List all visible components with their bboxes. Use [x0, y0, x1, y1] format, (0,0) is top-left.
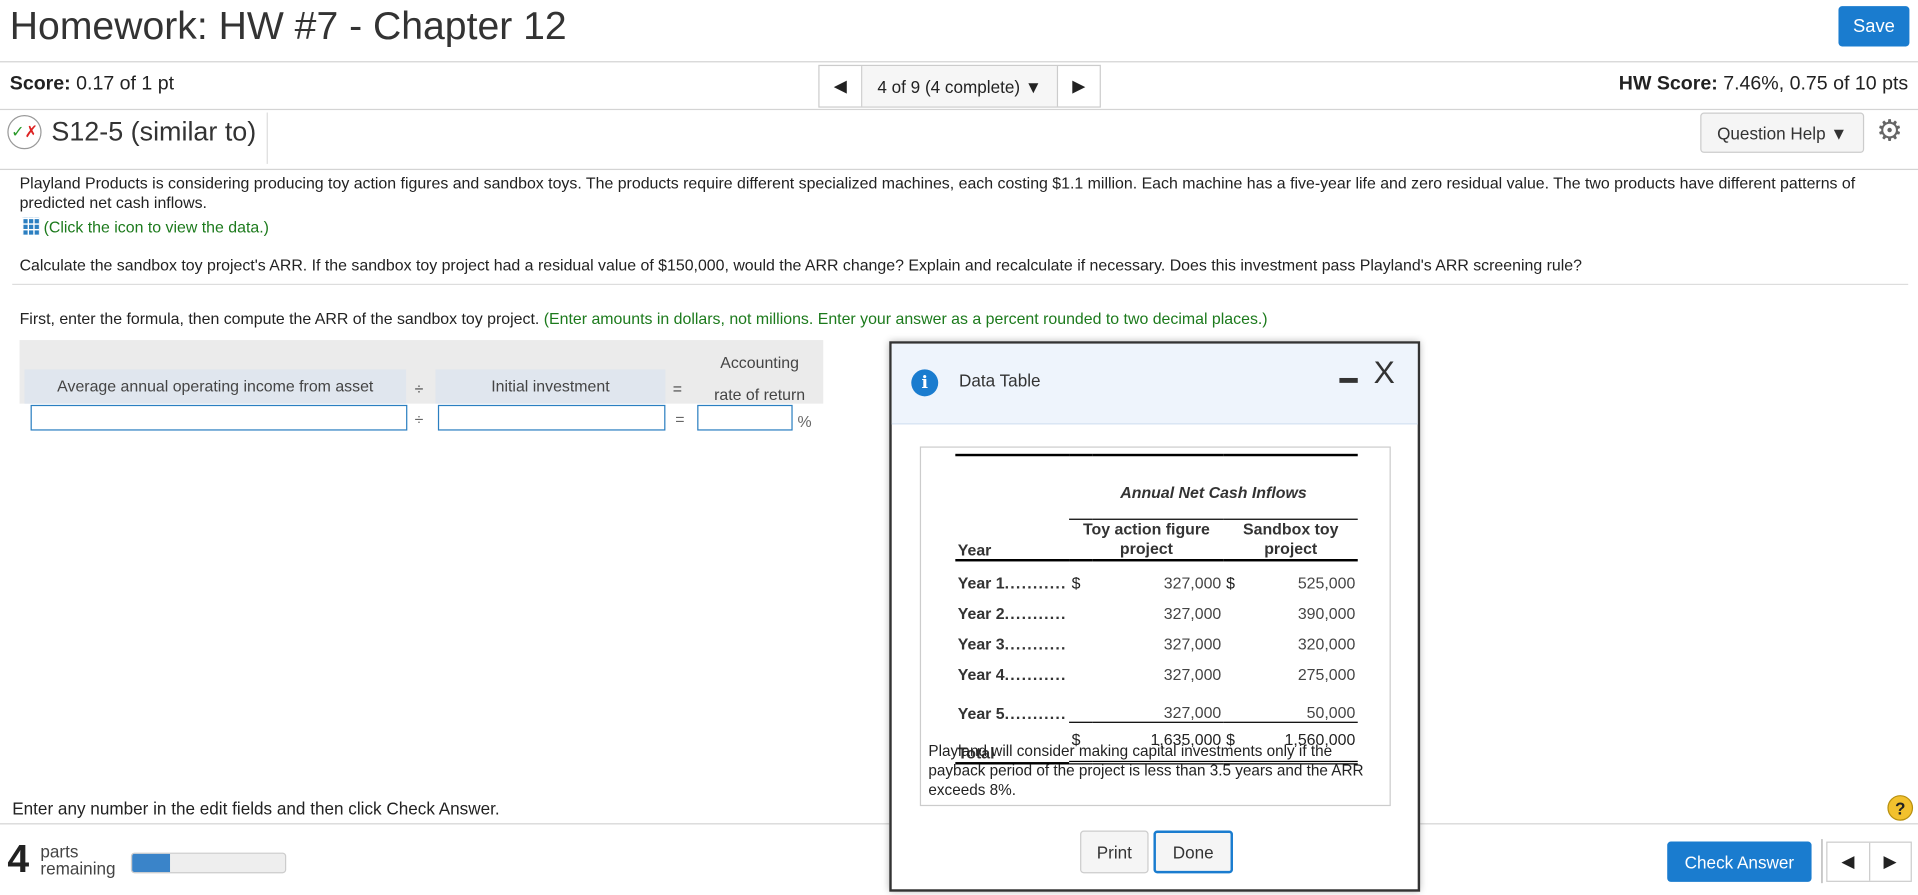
prev-question-button[interactable]: ◀ [820, 66, 863, 107]
dialog-header: i Data Table X [891, 343, 1418, 425]
data-panel: Annual Net Cash Inflows Year Toy action f… [919, 446, 1391, 807]
chevron-down-icon: ▼ [1024, 76, 1042, 97]
table-row: Year 3........... 327,000 320,000 [957, 634, 1356, 653]
parts-count: 4 [7, 836, 30, 881]
problem-intro: Playland Products is considering produci… [19, 173, 1856, 212]
done-button[interactable]: Done [1153, 830, 1233, 874]
bottom-nav: ◀ ▶ [1826, 841, 1912, 882]
question-select[interactable]: 4 of 9 (4 complete) ▼ [862, 66, 1057, 107]
table-row: Year 1........... $327,000 $525,000 [957, 573, 1356, 592]
score-label: Score: [9, 73, 71, 95]
partial-credit-icon: ✓ ✗ [7, 114, 42, 150]
gear-icon[interactable]: ⚙ [1876, 114, 1902, 149]
table-row: Year 2........... 327,000 390,000 [957, 603, 1356, 622]
data-table-dialog: i Data Table X Annual Net Cash Inflows Y… [889, 341, 1421, 892]
score-value: 0.17 of 1 pt [76, 73, 175, 95]
instruction: First, enter the formula, then compute t… [19, 309, 1268, 328]
prev-button[interactable]: ◀ [1827, 842, 1870, 881]
next-question-button[interactable]: ▶ [1056, 66, 1100, 107]
check-answer-button[interactable]: Check Answer [1667, 841, 1812, 882]
question-nav: ◀ 4 of 9 (4 complete) ▼ ▶ [818, 64, 1101, 108]
view-data-link[interactable]: (Click the icon to view the data.) [22, 217, 269, 238]
formula-col-income: Average annual operating income from ass… [24, 369, 407, 404]
question-id: S12-5 (similar to) [51, 116, 257, 147]
table-icon[interactable] [22, 217, 40, 235]
hw-score: HW Score: 7.46%, 0.75 of 10 pts [1618, 73, 1909, 95]
parts-progress-bar [130, 852, 287, 874]
question-help-button[interactable]: Question Help ▼ [1700, 112, 1865, 153]
help-icon[interactable]: ? [1887, 795, 1914, 821]
print-button[interactable]: Print [1080, 830, 1149, 874]
avg-income-input[interactable] [30, 404, 408, 431]
initial-investment-input[interactable] [437, 404, 666, 431]
footer-hint: Enter any number in the edit fields and … [12, 798, 500, 819]
cash-inflow-table: Annual Net Cash Inflows Year Toy action f… [955, 453, 1358, 765]
next-button[interactable]: ▶ [1870, 843, 1911, 881]
minimize-icon[interactable] [1339, 377, 1358, 383]
formula-col-investment: Initial investment [435, 369, 666, 404]
parts-label: parts remaining [40, 841, 116, 879]
table-row: Year 5........... 327,000 50,000 [955, 683, 1358, 723]
chevron-down-icon: ▼ [1830, 122, 1848, 143]
dialog-title: Data Table [958, 370, 1041, 391]
table-row: Year 4........... 327,000 275,000 [957, 664, 1356, 684]
close-icon[interactable]: X [1374, 354, 1395, 392]
save-button[interactable]: Save [1838, 6, 1910, 47]
formula-header: Average annual operating income from ass… [19, 340, 824, 404]
info-icon: i [911, 369, 939, 397]
score: Score: 0.17 of 1 pt [10, 73, 174, 95]
screening-rule-note: Playland will consider making capital in… [928, 742, 1364, 799]
arr-input[interactable] [697, 404, 793, 431]
problem-prompt: Calculate the sandbox toy project's ARR.… [19, 255, 1582, 274]
formula-col-arr: Accounting rate of return [714, 353, 806, 404]
page-title: Homework: HW #7 - Chapter 12 [9, 3, 567, 48]
